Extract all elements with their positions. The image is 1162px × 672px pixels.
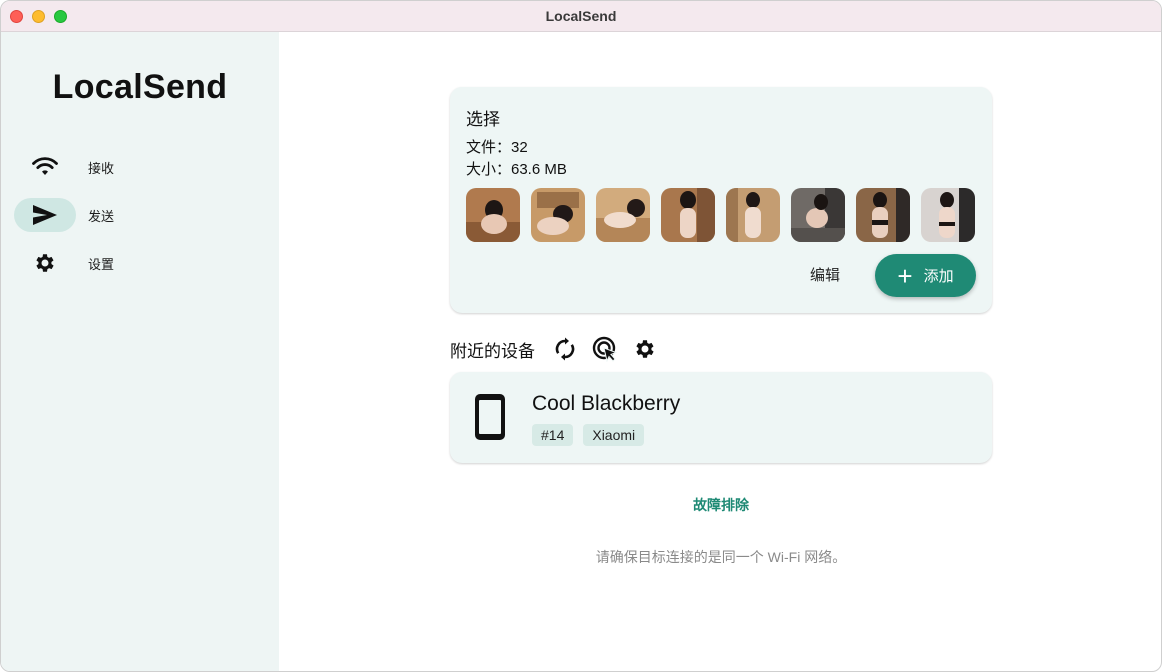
file-thumbnail[interactable] bbox=[466, 188, 520, 242]
target-scan-icon bbox=[592, 336, 618, 362]
plus-icon: + bbox=[897, 260, 913, 291]
file-thumbnail[interactable] bbox=[596, 188, 650, 242]
sidebar: LocalSend 接收 发送 设置 bbox=[1, 32, 279, 671]
troubleshoot-link[interactable]: 故障排除 bbox=[450, 495, 992, 515]
minimize-window-button[interactable] bbox=[32, 10, 45, 23]
selection-card: 选择 文件：32 大小：63.6 MB 编辑 + 添加 bbox=[450, 87, 992, 313]
nav-pill-active bbox=[14, 198, 76, 232]
maximize-window-button[interactable] bbox=[54, 10, 67, 23]
app-name: LocalSend bbox=[52, 68, 228, 106]
device-card[interactable]: Cool Blackberry #14 Xiaomi bbox=[450, 372, 992, 463]
refresh-icon bbox=[555, 337, 575, 361]
close-window-button[interactable] bbox=[10, 10, 23, 23]
file-thumbnail[interactable] bbox=[531, 188, 585, 242]
device-model-tag: Xiaomi bbox=[583, 424, 645, 446]
add-button[interactable]: + 添加 bbox=[875, 254, 976, 297]
title-bar: LocalSend bbox=[1, 1, 1161, 32]
sidebar-item-receive[interactable]: 接收 bbox=[14, 149, 264, 185]
sidebar-item-label: 发送 bbox=[88, 208, 115, 224]
device-id-tag: #14 bbox=[532, 424, 574, 446]
refresh-button[interactable] bbox=[545, 334, 585, 364]
sidebar-item-label: 设置 bbox=[88, 256, 115, 272]
gear-icon bbox=[636, 340, 654, 358]
file-thumbnail[interactable] bbox=[791, 188, 845, 242]
sidebar-item-settings[interactable]: 设置 bbox=[14, 245, 264, 281]
smartphone-icon bbox=[475, 394, 505, 440]
window-controls bbox=[10, 10, 67, 23]
nav-pill bbox=[14, 150, 76, 184]
device-tags: #14 Xiaomi bbox=[532, 424, 645, 446]
sidebar-item-send[interactable]: 发送 bbox=[14, 197, 264, 233]
window-title: LocalSend bbox=[545, 8, 617, 24]
thumbnail-strip bbox=[466, 188, 975, 242]
app-window: LocalSend LocalSend 接收 发送 设置 选择 文件：32 大小… bbox=[0, 0, 1162, 672]
total-size: 大小：63.6 MB bbox=[466, 161, 567, 178]
add-button-label: 添加 bbox=[923, 268, 954, 285]
file-thumbnail[interactable] bbox=[856, 188, 910, 242]
device-name: Cool Blackberry bbox=[532, 392, 681, 415]
wifi-icon bbox=[32, 157, 58, 175]
nav-pill bbox=[14, 246, 76, 280]
nearby-settings-button[interactable] bbox=[625, 334, 665, 364]
scan-target-button[interactable] bbox=[585, 334, 625, 364]
nearby-devices-header: 附近的设备 bbox=[450, 334, 665, 364]
gear-icon bbox=[36, 254, 54, 272]
selection-title: 选择 bbox=[466, 110, 500, 129]
sidebar-item-label: 接收 bbox=[88, 160, 115, 176]
file-count: 文件：32 bbox=[466, 139, 528, 156]
file-thumbnail[interactable] bbox=[661, 188, 715, 242]
file-thumbnail[interactable] bbox=[726, 188, 780, 242]
nearby-devices-title: 附近的设备 bbox=[450, 341, 535, 361]
file-thumbnail[interactable] bbox=[921, 188, 975, 242]
send-icon bbox=[33, 205, 57, 225]
edit-button[interactable]: 编辑 bbox=[800, 256, 850, 292]
network-hint: 请确保目标连接的是同一个 Wi-Fi 网络。 bbox=[595, 549, 847, 565]
